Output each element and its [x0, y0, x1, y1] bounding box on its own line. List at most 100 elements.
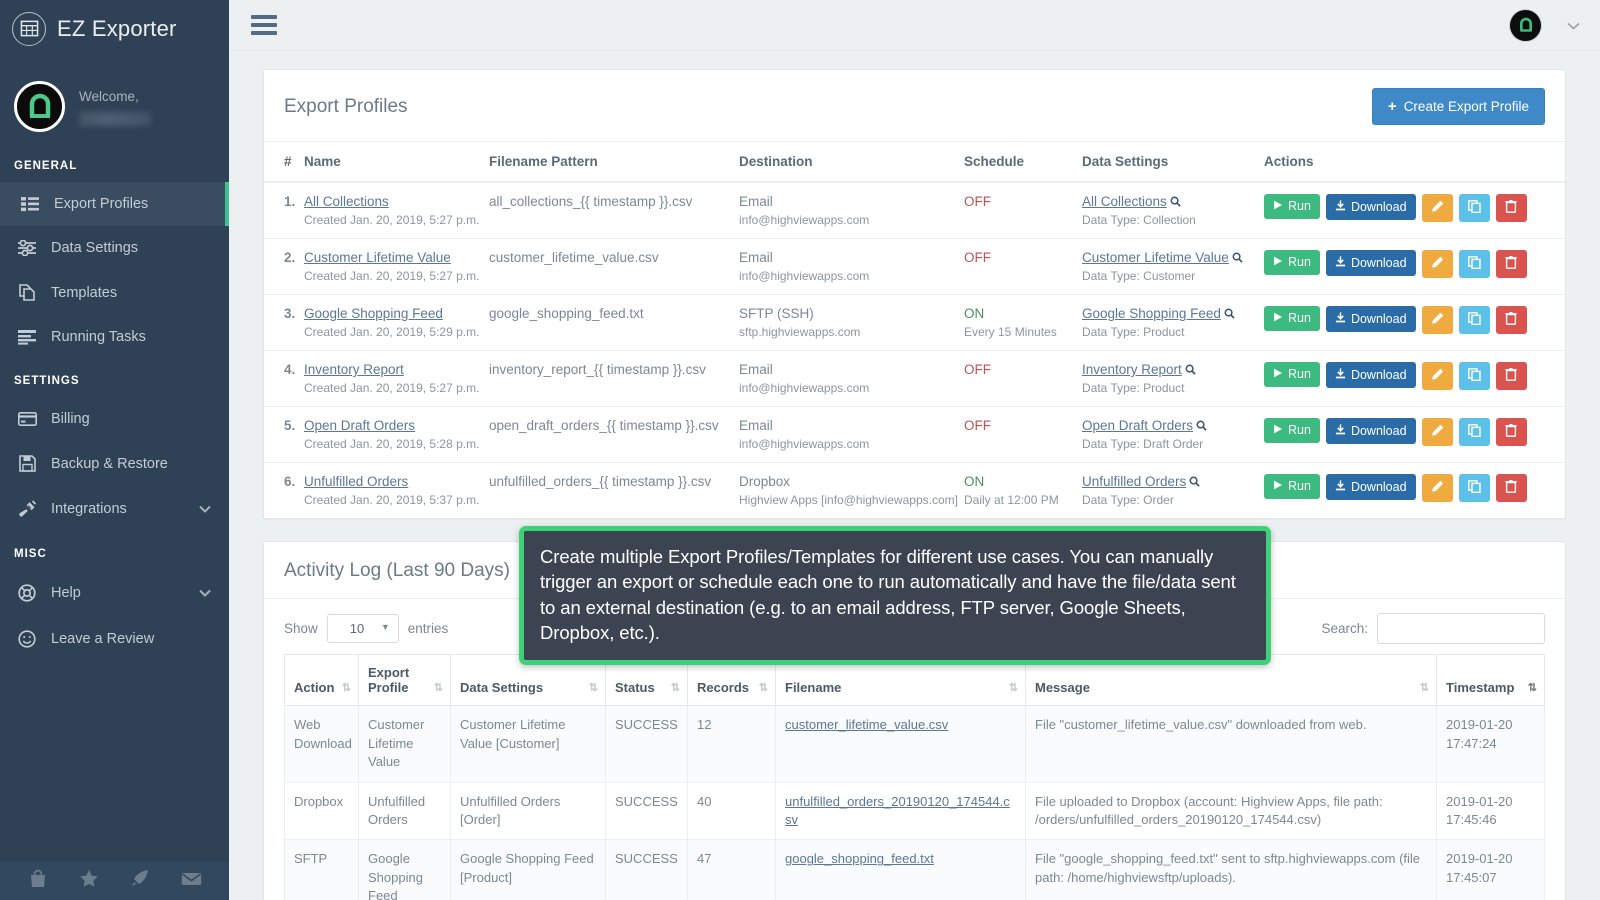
row-destination: SFTP (SSH)sftp.highviewapps.com [739, 295, 964, 351]
schedule-status: OFF [964, 194, 991, 209]
duplicate-button[interactable] [1459, 418, 1490, 446]
callout-tooltip: Create multiple Export Profiles/Template… [519, 526, 1271, 665]
download-button[interactable]: Download [1326, 362, 1416, 388]
search-icon[interactable] [1224, 306, 1235, 321]
delete-button[interactable] [1496, 362, 1527, 390]
sidebar-item-export-profiles[interactable]: Export Profiles [0, 182, 229, 226]
hamburger-icon[interactable] [251, 15, 277, 35]
edit-button[interactable] [1422, 418, 1453, 446]
row-data-settings: Inventory ReportData Type: Product [1082, 351, 1264, 407]
profile-name-link[interactable]: Inventory Report [304, 362, 404, 377]
data-settings-link[interactable]: Google Shopping Feed [1082, 306, 1221, 321]
table-row: 5.Open Draft OrdersCreated Jan. 20, 2019… [264, 407, 1565, 463]
search-icon[interactable] [1170, 194, 1181, 209]
action-buttons: RunDownload [1264, 474, 1559, 502]
sidebar-item-leave-a-review[interactable]: Leave a Review [0, 616, 229, 662]
row-number: 4. [264, 351, 304, 407]
log-message: File "customer_lifetime_value.csv" downl… [1026, 706, 1437, 782]
play-icon [1273, 312, 1283, 325]
download-button[interactable]: Download [1326, 250, 1416, 276]
run-button[interactable]: Run [1264, 194, 1320, 219]
run-button[interactable]: Run [1264, 474, 1320, 499]
delete-button[interactable] [1496, 194, 1527, 222]
activity-log-table-wrap: Action⇅ Export Profile⇅ Data Settings⇅ S… [264, 654, 1565, 900]
rocket-icon[interactable] [130, 869, 150, 893]
col-header-timestamp[interactable]: Timestamp⇅ [1437, 655, 1545, 706]
row-schedule: OFF [964, 351, 1082, 407]
profile-created: Created Jan. 20, 2019, 5:27 p.m. [304, 213, 483, 227]
search-icon[interactable] [1189, 474, 1200, 489]
entries-select[interactable]: 102550100 [327, 614, 399, 643]
envelope-icon[interactable] [181, 871, 202, 892]
action-buttons: RunDownload [1264, 418, 1559, 446]
profile-name-link[interactable]: All Collections [304, 194, 389, 209]
data-settings-link[interactable]: Open Draft Orders [1082, 418, 1193, 433]
sidebar-item-help[interactable]: Help [0, 570, 229, 616]
delete-button[interactable] [1496, 474, 1527, 502]
edit-button[interactable] [1422, 250, 1453, 278]
data-settings-link[interactable]: All Collections [1082, 194, 1167, 209]
edit-button[interactable] [1422, 306, 1453, 334]
star-icon[interactable] [79, 869, 99, 893]
shopping-bag-icon[interactable] [28, 869, 48, 893]
data-settings-link[interactable]: Unfulfilled Orders [1082, 474, 1186, 489]
sidebar-item-running-tasks[interactable]: Running Tasks [0, 315, 229, 359]
profile-name-link[interactable]: Open Draft Orders [304, 418, 415, 433]
filename-link[interactable]: google_shopping_feed.txt [785, 851, 934, 866]
run-button[interactable]: Run [1264, 362, 1320, 387]
run-button[interactable]: Run [1264, 418, 1320, 443]
filename-link[interactable]: customer_lifetime_value.csv [785, 717, 948, 732]
table-row: DropboxUnfulfilled OrdersUnfulfilled Ord… [285, 782, 1545, 840]
log-timestamp: 2019-01-20 17:45:07 [1437, 840, 1545, 900]
col-header-export-profile[interactable]: Export Profile⇅ [359, 655, 451, 706]
copy-icon [1468, 480, 1481, 496]
chevron-down-icon[interactable] [1567, 18, 1580, 33]
search-icon[interactable] [1196, 418, 1207, 433]
delete-button[interactable] [1496, 250, 1527, 278]
filename-link[interactable]: unfulfilled_orders_20190120_174544.csv [785, 794, 1010, 827]
user-avatar-icon[interactable] [1510, 10, 1541, 41]
download-button[interactable]: Download [1326, 194, 1416, 220]
create-export-profile-button[interactable]: + Create Export Profile [1372, 88, 1545, 125]
edit-button[interactable] [1422, 362, 1453, 390]
brand[interactable]: EZ Exporter [0, 0, 229, 57]
profile-name-link[interactable]: Customer Lifetime Value [304, 250, 451, 265]
sidebar-item-integrations[interactable]: Integrations [0, 486, 229, 532]
duplicate-button[interactable] [1459, 474, 1490, 502]
duplicate-button[interactable] [1459, 306, 1490, 334]
col-header-action[interactable]: Action⇅ [285, 655, 359, 706]
row-data-settings: Unfulfilled OrdersData Type: Order [1082, 463, 1264, 519]
edit-button[interactable] [1422, 194, 1453, 222]
sidebar-item-backup-restore[interactable]: Backup & Restore [0, 441, 229, 486]
download-button[interactable]: Download [1326, 418, 1416, 444]
edit-button[interactable] [1422, 474, 1453, 502]
duplicate-button[interactable] [1459, 362, 1490, 390]
delete-button[interactable] [1496, 306, 1527, 334]
data-settings-link[interactable]: Inventory Report [1082, 362, 1182, 377]
sidebar-item-templates[interactable]: Templates [0, 270, 229, 315]
edit-pencil-icon [1431, 368, 1444, 384]
run-button[interactable]: Run [1264, 250, 1320, 275]
log-timestamp: 2019-01-20 17:47:24 [1437, 706, 1545, 782]
search-input[interactable] [1377, 613, 1545, 644]
download-button[interactable]: Download [1326, 306, 1416, 332]
profile-name-link[interactable]: Unfulfilled Orders [304, 474, 408, 489]
edit-pencil-icon [1431, 424, 1444, 440]
duplicate-button[interactable] [1459, 250, 1490, 278]
main-area: Export Profiles + Create Export Profile … [229, 0, 1600, 900]
sidebar-item-data-settings[interactable]: Data Settings [0, 226, 229, 270]
delete-button[interactable] [1496, 418, 1527, 446]
entries-label: entries [408, 621, 449, 636]
download-button[interactable]: Download [1326, 474, 1416, 500]
data-settings-link[interactable]: Customer Lifetime Value [1082, 250, 1229, 265]
search-icon[interactable] [1185, 362, 1196, 377]
profile-name-link[interactable]: Google Shopping Feed [304, 306, 443, 321]
duplicate-button[interactable] [1459, 194, 1490, 222]
col-header-filename-pattern: Filename Pattern [489, 142, 739, 182]
sidebar-item-billing[interactable]: Billing [0, 397, 229, 441]
schedule-status: OFF [964, 418, 991, 433]
row-schedule: ONEvery 15 Minutes [964, 295, 1082, 351]
run-label: Run [1288, 256, 1311, 269]
search-icon[interactable] [1232, 250, 1243, 265]
run-button[interactable]: Run [1264, 306, 1320, 331]
